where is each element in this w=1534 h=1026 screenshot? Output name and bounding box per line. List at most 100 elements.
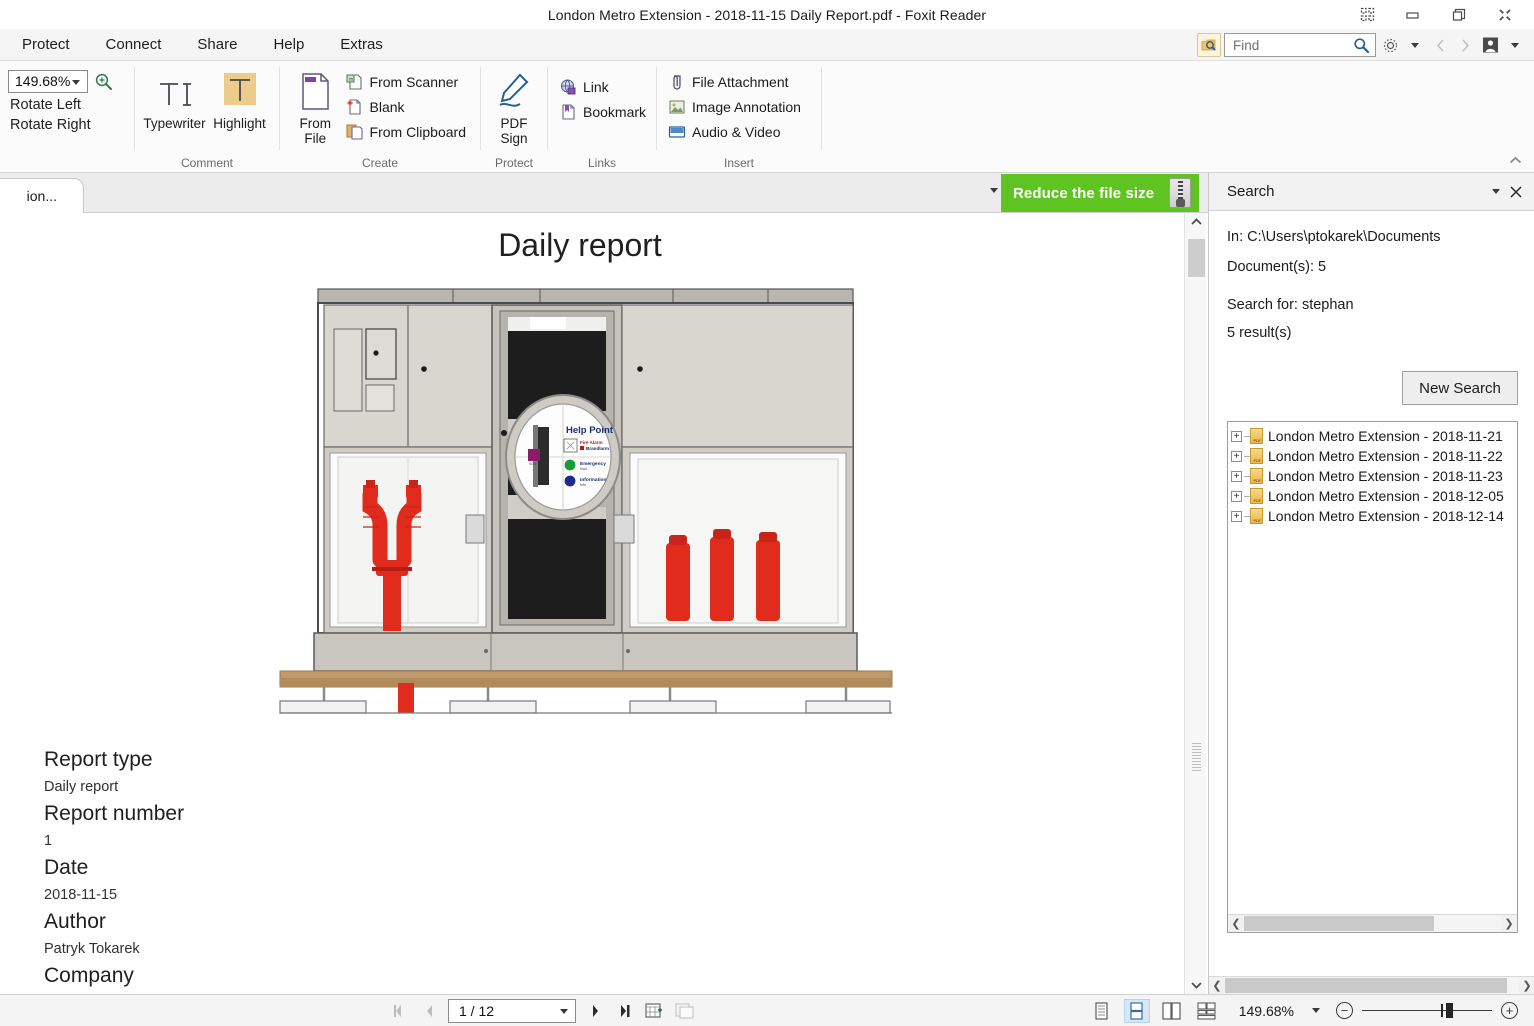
zoom-slider[interactable] bbox=[1362, 1002, 1492, 1019]
results-horizontal-scrollbar[interactable]: ❮ ❯ bbox=[1228, 914, 1517, 932]
search-result-row[interactable]: + London Metro Extension - 2018-11-21 bbox=[1228, 426, 1517, 446]
field-value-report-type: Daily report bbox=[44, 779, 119, 795]
account-caret-icon[interactable] bbox=[1504, 33, 1526, 57]
search-results-list[interactable]: + London Metro Extension - 2018-11-21 + … bbox=[1227, 421, 1518, 933]
find-scope-icon[interactable] bbox=[1197, 33, 1221, 57]
find-settings-icon[interactable] bbox=[1379, 33, 1401, 57]
insert-audio-video-button[interactable]: Audio & Video bbox=[665, 120, 807, 143]
ribbon-separator bbox=[821, 67, 822, 150]
tab-list-caret-icon[interactable] bbox=[990, 188, 998, 193]
find-input-wrap[interactable] bbox=[1224, 33, 1376, 57]
document-view[interactable]: Daily report Help Point Fire Alarm Brand… bbox=[0, 213, 1208, 994]
menu-help[interactable]: Help bbox=[259, 33, 318, 56]
results-scroll-thumb[interactable] bbox=[1244, 916, 1434, 931]
search-panel-close-icon[interactable] bbox=[1506, 182, 1526, 202]
search-result-row[interactable]: + London Metro Extension - 2018-11-22 bbox=[1228, 446, 1517, 466]
expand-icon[interactable]: + bbox=[1231, 510, 1242, 522]
highlight-button[interactable]: Highlight bbox=[208, 65, 271, 131]
rotate-right-button[interactable]: Rotate Right bbox=[8, 113, 91, 133]
expand-icon[interactable]: + bbox=[1231, 430, 1242, 442]
expand-icon[interactable]: + bbox=[1231, 490, 1242, 502]
zoom-preset-caret-icon[interactable] bbox=[1305, 1000, 1327, 1022]
search-result-row[interactable]: + London Metro Extension - 2018-11-23 bbox=[1228, 466, 1517, 486]
rotate-left-button[interactable]: Rotate Left bbox=[8, 93, 81, 113]
results-scroll-right-icon[interactable]: ❯ bbox=[1501, 915, 1517, 932]
ribbon-group-links: Link Bookmark Links bbox=[548, 61, 656, 173]
single-page-view-icon[interactable] bbox=[1089, 999, 1115, 1023]
insert-image-annotation-button[interactable]: Image Annotation bbox=[665, 95, 807, 118]
continuous-view-icon[interactable] bbox=[1123, 998, 1150, 1023]
menu-protect[interactable]: Protect bbox=[8, 33, 84, 56]
find-input[interactable] bbox=[1231, 36, 1353, 54]
menu-share[interactable]: Share bbox=[183, 33, 251, 56]
new-search-button[interactable]: New Search bbox=[1402, 371, 1518, 405]
insert-bookmark-label: Bookmark bbox=[583, 103, 647, 120]
view-and-zoom-controls: 149.68% − + bbox=[1089, 998, 1518, 1023]
zoom-level-input[interactable]: 149.68% bbox=[8, 69, 88, 93]
zoom-in-button[interactable]: + bbox=[1501, 1002, 1518, 1019]
maximize-icon[interactable] bbox=[1436, 0, 1482, 29]
previous-page-icon[interactable] bbox=[418, 1000, 440, 1022]
close-icon[interactable] bbox=[1482, 0, 1528, 29]
panel-scroll-right-icon[interactable]: ❯ bbox=[1519, 977, 1534, 994]
account-avatar-icon[interactable] bbox=[1479, 33, 1501, 57]
zoom-slider-thumb[interactable] bbox=[1446, 1003, 1453, 1018]
zoom-level-caret-icon[interactable] bbox=[72, 79, 80, 85]
find-next-icon[interactable] bbox=[1454, 33, 1476, 57]
facing-view-icon[interactable] bbox=[1159, 999, 1185, 1023]
menu-extras[interactable]: Extras bbox=[326, 33, 397, 56]
panel-scroll-track[interactable] bbox=[1225, 977, 1519, 994]
create-from-file-button[interactable]: From File bbox=[288, 65, 343, 146]
ribbon-collapse-icon[interactable] bbox=[1506, 151, 1524, 169]
insert-link-button[interactable]: Link bbox=[556, 75, 652, 98]
page-thumbnails-icon[interactable] bbox=[644, 1000, 666, 1022]
search-result-row[interactable]: + London Metro Extension - 2018-12-05 bbox=[1228, 486, 1517, 506]
document-tab[interactable]: ion... bbox=[0, 178, 84, 213]
insert-bookmark-button[interactable]: Bookmark bbox=[556, 100, 652, 123]
ribbon-group-insert-label: Insert bbox=[723, 156, 754, 170]
find-settings-caret-icon[interactable] bbox=[1404, 33, 1426, 57]
search-result-row[interactable]: + London Metro Extension - 2018-12-14 bbox=[1228, 506, 1517, 526]
page-number-caret-icon[interactable] bbox=[560, 1008, 568, 1014]
results-scroll-left-icon[interactable]: ❮ bbox=[1228, 915, 1244, 932]
menu-connect[interactable]: Connect bbox=[92, 33, 176, 56]
minimize-icon[interactable] bbox=[1390, 0, 1436, 29]
panel-scroll-thumb[interactable] bbox=[1225, 978, 1507, 993]
scrollbar-grip-icon[interactable] bbox=[1192, 743, 1201, 771]
search-query-line: Search for: stephan bbox=[1227, 297, 1354, 313]
reduce-file-size-banner[interactable]: Reduce the file size bbox=[1001, 174, 1199, 212]
last-page-icon[interactable] bbox=[614, 1000, 636, 1022]
find-previous-icon[interactable] bbox=[1429, 33, 1451, 57]
create-from-clipboard-button[interactable]: From Clipboard bbox=[343, 120, 472, 143]
scroll-down-icon[interactable] bbox=[1185, 976, 1207, 994]
restore-grid-icon[interactable] bbox=[1344, 0, 1390, 29]
links-small-buttons: Link Bookmark bbox=[556, 65, 652, 123]
expand-icon[interactable]: + bbox=[1231, 470, 1242, 482]
pdf-file-icon bbox=[1250, 508, 1264, 524]
first-page-icon[interactable] bbox=[388, 1000, 410, 1022]
ribbon-group-protect: PDF Sign Protect bbox=[481, 61, 547, 173]
pdf-file-icon bbox=[1250, 468, 1264, 484]
page-layout-icon[interactable] bbox=[674, 1000, 696, 1022]
continuous-facing-view-icon[interactable] bbox=[1194, 999, 1220, 1023]
document-scrollbar[interactable] bbox=[1184, 213, 1206, 994]
create-blank-button[interactable]: Blank bbox=[343, 95, 472, 118]
field-label-report-type: Report type bbox=[44, 748, 153, 771]
next-page-icon[interactable] bbox=[584, 1000, 606, 1022]
field-value-date: 2018-11-15 bbox=[44, 887, 118, 903]
expand-icon[interactable]: + bbox=[1231, 450, 1242, 462]
results-scroll-track[interactable] bbox=[1244, 915, 1501, 932]
typewriter-button[interactable]: Typewriter bbox=[143, 65, 206, 131]
create-from-scanner-button[interactable]: From Scanner bbox=[343, 70, 472, 93]
zoom-out-button[interactable]: − bbox=[1336, 1002, 1353, 1019]
pdf-sign-button[interactable]: PDF Sign bbox=[489, 65, 539, 146]
page-number-input[interactable]: 1 / 12 bbox=[448, 998, 576, 1023]
panel-scroll-left-icon[interactable]: ❮ bbox=[1209, 977, 1225, 994]
zoom-in-icon[interactable] bbox=[92, 69, 114, 93]
search-panel-menu-caret-icon[interactable] bbox=[1486, 182, 1506, 202]
search-panel-horizontal-scrollbar[interactable]: ❮ ❯ bbox=[1209, 976, 1534, 994]
insert-file-attachment-button[interactable]: File Attachment bbox=[665, 70, 807, 93]
document-scrollbar-thumb[interactable] bbox=[1188, 239, 1205, 277]
insert-small-buttons: File Attachment Image Annotation Audio &… bbox=[665, 65, 807, 143]
scroll-up-icon[interactable] bbox=[1185, 213, 1207, 231]
